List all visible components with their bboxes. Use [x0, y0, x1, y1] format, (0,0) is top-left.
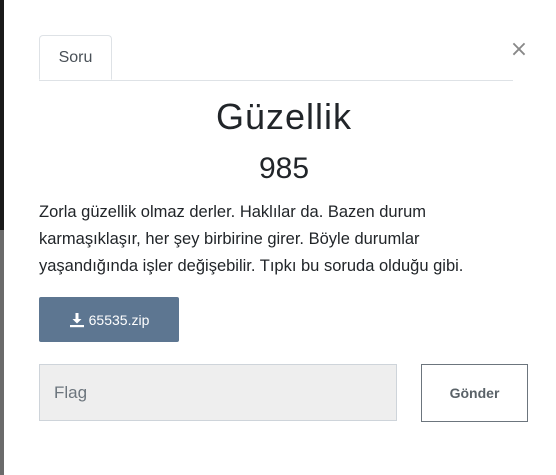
download-file-button[interactable]: 65535.zip: [39, 297, 179, 342]
download-file-label: 65535.zip: [88, 311, 150, 328]
challenge-description: Zorla güzellik olmaz derler. Haklılar da…: [39, 203, 464, 275]
close-button[interactable]: ×: [508, 37, 530, 63]
tab-question-label: Soru: [58, 48, 93, 66]
challenge-points: 985: [258, 152, 310, 185]
close-icon: ×: [509, 37, 529, 62]
tab-question[interactable]: Soru: [39, 35, 112, 80]
flag-input[interactable]: [39, 364, 397, 421]
challenge-modal: Soru × Güzellik 985 Zorla güzellik olmaz…: [4, 0, 556, 475]
challenge-title: Güzellik: [215, 96, 353, 137]
download-icon: [69, 312, 84, 327]
modal-tabs: Soru: [39, 35, 513, 81]
submit-button[interactable]: Gönder: [421, 364, 528, 422]
